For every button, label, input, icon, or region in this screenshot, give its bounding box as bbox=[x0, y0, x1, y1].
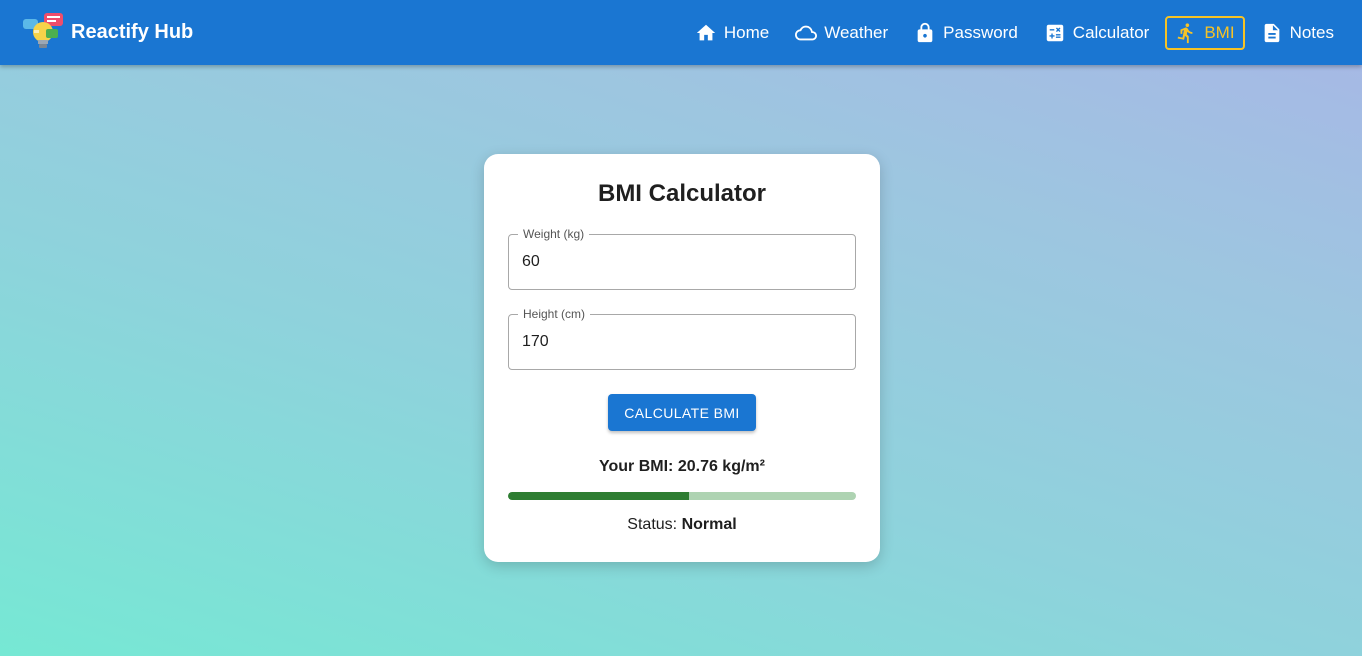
bmi-progress-bar bbox=[508, 492, 856, 500]
bmi-status: Status: Normal bbox=[484, 516, 880, 534]
bmi-progress-fill bbox=[508, 492, 689, 500]
status-prefix: Status: bbox=[627, 516, 678, 533]
nav-weather[interactable]: Weather bbox=[785, 16, 898, 50]
nav-bmi-label: BMI bbox=[1204, 23, 1235, 42]
status-value: Normal bbox=[681, 516, 737, 533]
main-nav: Home Weather Password Calculator BMI Not… bbox=[679, 16, 1344, 50]
weight-input[interactable] bbox=[522, 235, 842, 289]
card-title: BMI Calculator bbox=[597, 180, 767, 207]
bmi-calculator-card: BMI Calculator Weight (kg) Height (cm) C… bbox=[484, 154, 880, 562]
app-name: Reactify Hub bbox=[71, 20, 194, 43]
height-field[interactable]: Height (cm) bbox=[508, 307, 856, 370]
bmi-result: Your BMI: 20.76 kg/m² bbox=[599, 458, 765, 475]
brand[interactable]: Reactify Hub bbox=[22, 12, 193, 52]
home-icon bbox=[696, 24, 716, 41]
nav-home[interactable]: Home bbox=[685, 16, 779, 50]
document-icon bbox=[1264, 23, 1279, 43]
nav-bmi[interactable]: BMI bbox=[1165, 16, 1245, 50]
cloud-icon bbox=[795, 25, 818, 41]
height-input[interactable] bbox=[522, 315, 842, 369]
weight-field[interactable]: Weight (kg) bbox=[508, 227, 856, 290]
nav-notes[interactable]: Notes bbox=[1251, 16, 1344, 50]
nav-calculator-label: Calculator bbox=[1072, 23, 1150, 42]
nav-calculator[interactable]: Calculator bbox=[1034, 16, 1160, 50]
app-bar: Reactify Hub Home Weather Password Calcu… bbox=[0, 0, 1362, 65]
nav-notes-label: Notes bbox=[1289, 23, 1334, 42]
nav-weather-label: Weather bbox=[824, 23, 889, 42]
app-logo-icon bbox=[23, 13, 63, 48]
calculator-icon bbox=[1046, 24, 1064, 42]
running-person-icon bbox=[1177, 23, 1193, 44]
lock-icon bbox=[917, 22, 933, 43]
nav-password-label: Password bbox=[943, 23, 1018, 42]
nav-password[interactable]: Password bbox=[904, 16, 1028, 50]
calculate-bmi-button[interactable]: CALCULATE BMI bbox=[608, 394, 756, 431]
nav-home-label: Home bbox=[723, 23, 770, 42]
